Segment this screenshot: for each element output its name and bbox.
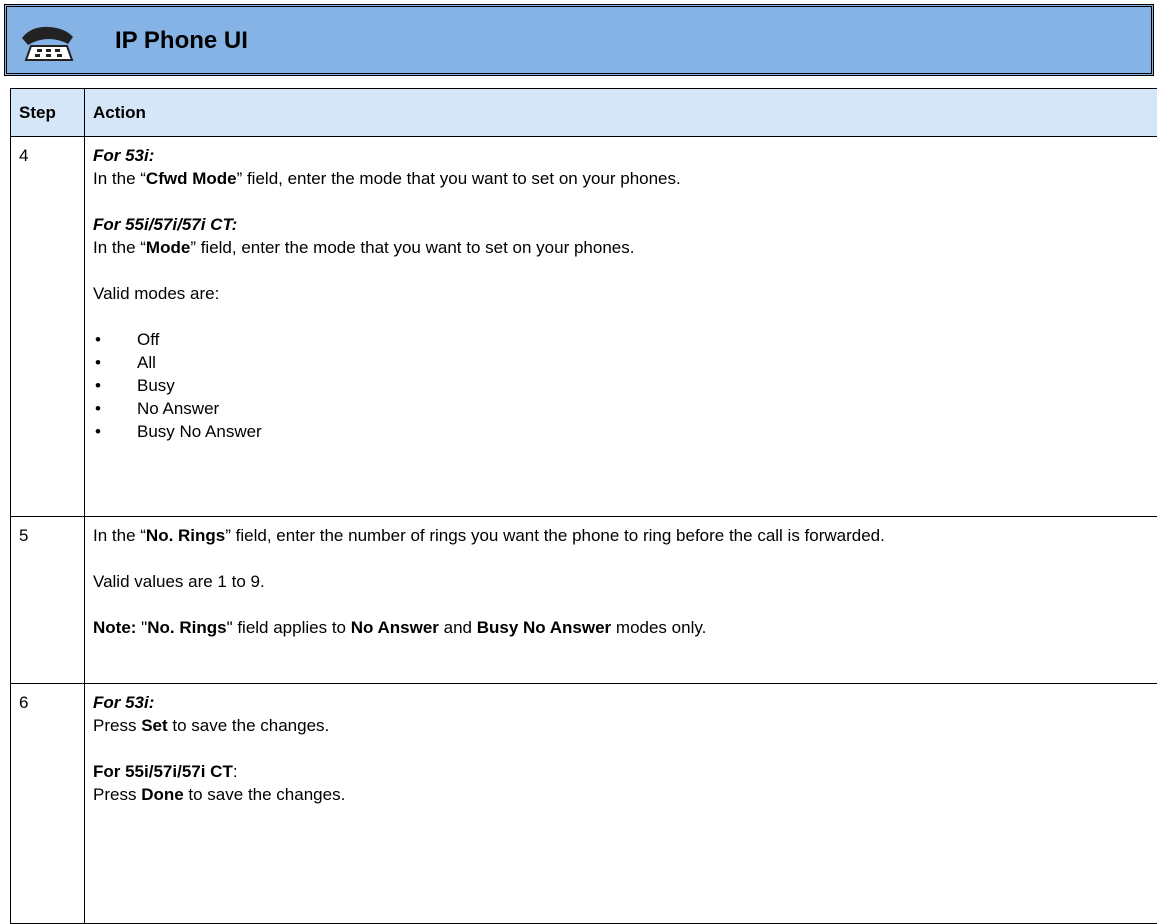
step-number: 5 bbox=[11, 517, 85, 684]
model-heading: For 53i: bbox=[93, 691, 1151, 714]
list-item: All bbox=[93, 351, 1151, 374]
table-row: 6 For 53i: Press Set to save the changes… bbox=[11, 684, 1157, 924]
section-banner: IP Phone UI bbox=[4, 4, 1154, 76]
model-heading: For 53i: bbox=[93, 144, 1151, 167]
instruction-text: Press Set to save the changes. bbox=[93, 714, 1151, 737]
page-title: IP Phone UI bbox=[115, 27, 248, 56]
action-column-header: Action bbox=[85, 89, 1157, 137]
steps-table: Step Action 4 For 53i: In the “Cfwd Mode… bbox=[10, 88, 1157, 924]
step-action: In the “No. Rings” field, enter the numb… bbox=[85, 517, 1157, 684]
instruction-text: In the “No. Rings” field, enter the numb… bbox=[93, 524, 1151, 547]
field-name: Mode bbox=[146, 238, 190, 257]
instruction-text: In the “Cfwd Mode” field, enter the mode… bbox=[93, 167, 1151, 190]
model-heading: For 55i/57i/57i CT: bbox=[93, 213, 1151, 236]
step-action: For 53i: In the “Cfwd Mode” field, enter… bbox=[85, 137, 1157, 517]
table-header-row: Step Action bbox=[11, 89, 1157, 137]
model-heading: For 55i/57i/57i CT: bbox=[93, 760, 1151, 783]
note-text: Note: "No. Rings" field applies to No An… bbox=[93, 616, 1151, 639]
valid-values-text: Valid values are 1 to 9. bbox=[93, 570, 1151, 593]
list-item: Busy No Answer bbox=[93, 420, 1151, 443]
list-item: No Answer bbox=[93, 397, 1151, 420]
step-column-header: Step bbox=[11, 89, 85, 137]
list-item: Busy bbox=[93, 374, 1151, 397]
valid-modes-intro: Valid modes are: bbox=[93, 282, 1151, 305]
field-name: No. Rings bbox=[146, 526, 225, 545]
modes-list: Off All Busy No Answer Busy No Answer bbox=[93, 328, 1151, 443]
table-row: 5 In the “No. Rings” field, enter the nu… bbox=[11, 517, 1157, 684]
instruction-text: In the “Mode” field, enter the mode that… bbox=[93, 236, 1151, 259]
step-number: 4 bbox=[11, 137, 85, 517]
phone-handset-icon bbox=[19, 24, 77, 62]
field-name: Cfwd Mode bbox=[146, 169, 237, 188]
instruction-text: Press Done to save the changes. bbox=[93, 783, 1151, 806]
step-number: 6 bbox=[11, 684, 85, 924]
table-row: 4 For 53i: In the “Cfwd Mode” field, ent… bbox=[11, 137, 1157, 517]
key-name: Set bbox=[141, 716, 167, 735]
key-name: Done bbox=[141, 785, 184, 804]
step-action: For 53i: Press Set to save the changes. … bbox=[85, 684, 1157, 924]
list-item: Off bbox=[93, 328, 1151, 351]
